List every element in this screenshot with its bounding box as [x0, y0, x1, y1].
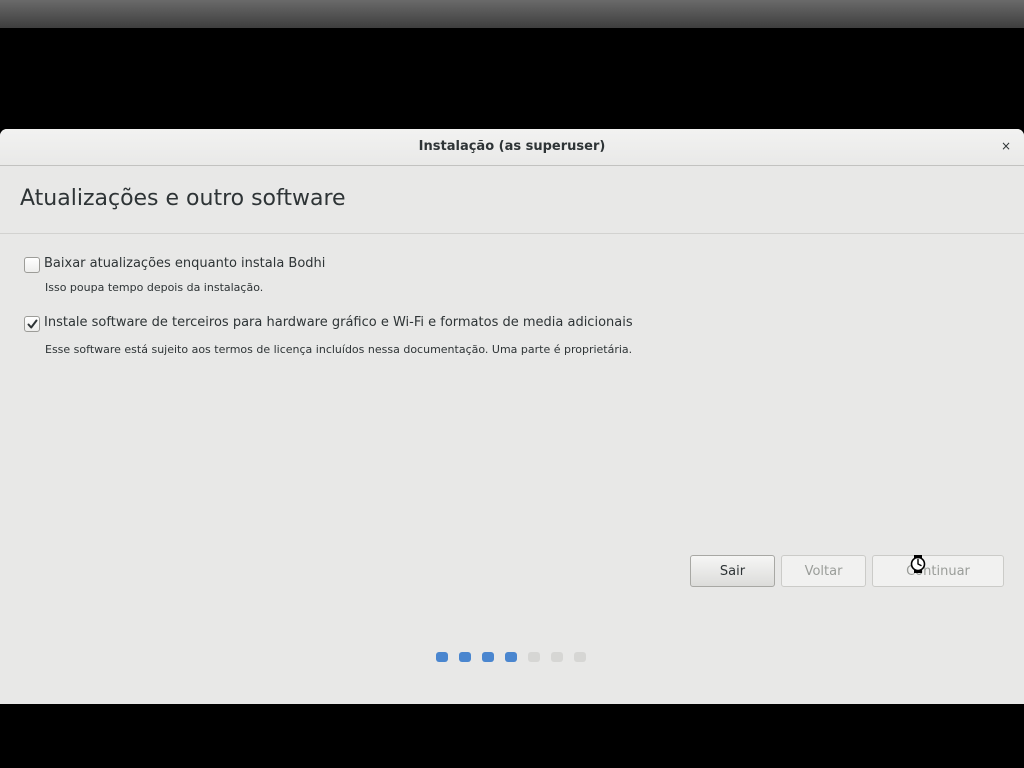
third-party-description: Esse software está sujeito aos termos de… [45, 343, 633, 356]
progress-dot [459, 652, 471, 662]
progress-dot [551, 652, 563, 662]
desktop-top-panel [0, 0, 1024, 28]
close-icon[interactable]: × [998, 138, 1014, 154]
quit-button[interactable]: Sair [690, 555, 775, 587]
option-download-updates: Baixar atualizações enquanto instala Bod… [24, 256, 364, 297]
page-title: Atualizações e outro software [20, 186, 346, 211]
progress-dot [482, 652, 494, 662]
window-titlebar: Instalação (as superuser) × [0, 129, 1024, 166]
download-updates-label[interactable]: Baixar atualizações enquanto instala Bod… [44, 256, 325, 271]
download-updates-description: Isso poupa tempo depois da instalação. [45, 281, 264, 294]
third-party-checkbox[interactable] [24, 316, 40, 332]
busy-cursor-icon [910, 555, 926, 573]
download-updates-checkbox[interactable] [24, 257, 40, 273]
progress-dot [436, 652, 448, 662]
progress-dot [528, 652, 540, 662]
continue-button[interactable]: Continuar [872, 555, 1004, 587]
title-divider [0, 233, 1024, 234]
installer-window: Instalação (as superuser) × Atualizações… [0, 129, 1024, 704]
window-title: Instalação (as superuser) [418, 139, 606, 154]
third-party-label[interactable]: Instale software de terceiros para hardw… [44, 315, 633, 330]
progress-dot [574, 652, 586, 662]
progress-dot [505, 652, 517, 662]
option-third-party-software: Instale software de terceiros para hardw… [24, 315, 684, 360]
checkmark-icon [27, 319, 38, 329]
back-button[interactable]: Voltar [781, 555, 866, 587]
